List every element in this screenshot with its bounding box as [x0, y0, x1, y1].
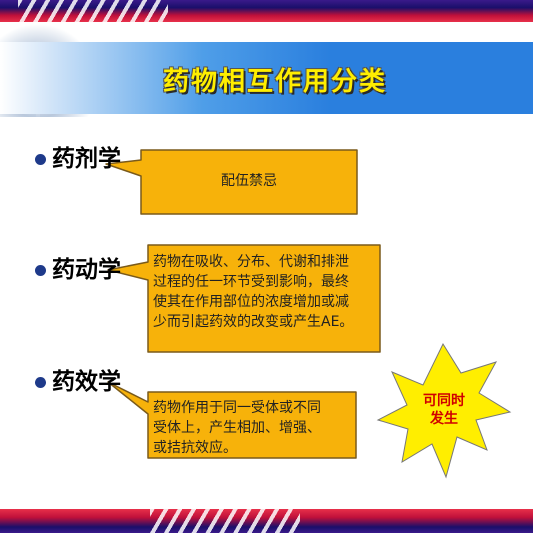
- callout-line: 或拮抗效应。: [153, 440, 237, 456]
- bottom-banner-stripes: [150, 509, 300, 533]
- starburst-line: 发生: [430, 411, 458, 427]
- callout-text-pharmaceutics: 配伍禁忌: [141, 171, 357, 191]
- bottom-banner: [0, 509, 533, 533]
- callout-line: 过程的任一环节受到影响，最终: [153, 274, 349, 290]
- callout-line: 受体上，产生相加、增强、: [153, 420, 321, 436]
- callout-line: 药物在吸收、分布、代谢和排泄: [153, 254, 349, 270]
- heading-pharmacodynamics: 药效学: [52, 369, 121, 395]
- callout-line: 药物作用于同一受体或不同: [153, 400, 321, 416]
- bullet-pharmacodynamics: [35, 377, 46, 388]
- callout-line: 配伍禁忌: [221, 173, 277, 189]
- callout-text-pharmacokinetics: 药物在吸收、分布、代谢和排泄 过程的任一环节受到影响，最终 使其在作用部位的浓度…: [153, 252, 377, 332]
- heading-pharmacokinetics: 药动学: [52, 257, 121, 283]
- bullet-pharmacokinetics: [35, 265, 46, 276]
- heading-pharmaceutics: 药剂学: [52, 146, 121, 172]
- bullet-pharmaceutics: [35, 154, 46, 165]
- starburst-text: 可同时 发生: [414, 392, 474, 428]
- starburst-line: 可同时: [423, 393, 465, 409]
- callout-line: 少而引起药效的改变或产生AE。: [153, 314, 354, 330]
- callout-text-pharmacodynamics: 药物作用于同一受体或不同 受体上，产生相加、增强、 或拮抗效应。: [153, 398, 353, 458]
- callout-line: 使其在作用部位的浓度增加或减: [153, 294, 349, 310]
